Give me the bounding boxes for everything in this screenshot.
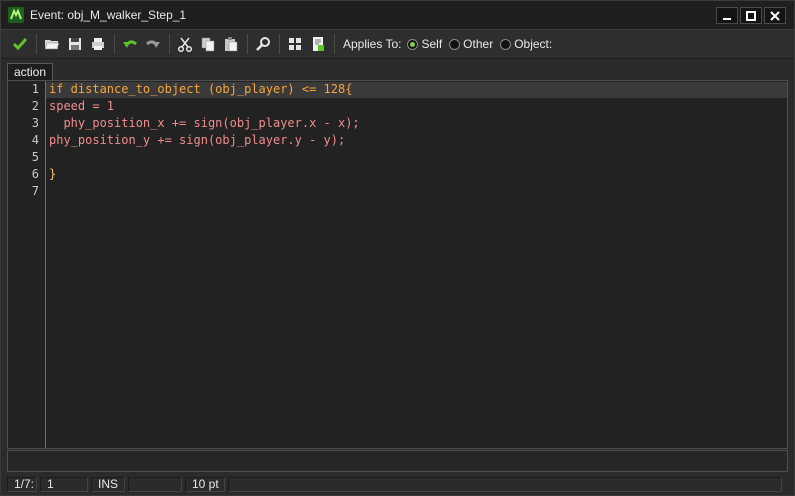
code-editor[interactable]: 1 2 3 4 5 6 7 if distance_to_object (obj… xyxy=(7,80,788,449)
toolbar-separator xyxy=(247,34,248,54)
tab-action[interactable]: action xyxy=(7,63,54,80)
toolbar-separator xyxy=(279,34,280,54)
paste-button[interactable] xyxy=(220,33,242,55)
line-number: 4 xyxy=(31,133,39,147)
line-number: 5 xyxy=(31,150,39,164)
code-line: speed = 1 xyxy=(49,99,115,113)
tab-bar: action xyxy=(1,60,794,80)
line-number: 1 xyxy=(31,82,39,96)
line-number: 6 xyxy=(31,167,39,181)
radio-label: Object: xyxy=(514,37,553,51)
window-controls xyxy=(716,7,786,24)
status-blank-cell xyxy=(128,477,182,492)
event-editor-window: Event: obj_M_walker_Step_1 Applies To: S… xyxy=(0,0,795,496)
status-position: 1/7: xyxy=(7,477,37,492)
grid-icon[interactable] xyxy=(284,33,306,55)
applies-to-label: Applies To: xyxy=(343,37,402,51)
status-insert-mode: INS xyxy=(91,477,125,492)
cut-scissors-icon[interactable] xyxy=(174,33,196,55)
status-font-size: 10 pt xyxy=(185,477,225,492)
code-line: phy_position_y += sign(obj_player.y - y)… xyxy=(49,133,346,147)
line-number: 3 xyxy=(31,116,39,130)
maximize-button[interactable] xyxy=(740,7,762,24)
redo-button[interactable] xyxy=(142,33,164,55)
line-number-gutter: 1 2 3 4 5 6 7 xyxy=(8,81,46,448)
code-line: phy_position_x += sign(obj_player.x - x)… xyxy=(49,116,360,130)
copy-button[interactable] xyxy=(197,33,219,55)
code-line: } xyxy=(49,167,57,181)
status-bar: 1/7: 1 INS 10 pt xyxy=(1,474,794,495)
radio-label: Other xyxy=(463,37,494,51)
gamemaker-app-icon xyxy=(8,7,24,23)
close-button[interactable] xyxy=(764,7,786,24)
applies-self-radio[interactable]: Self xyxy=(407,37,442,51)
print-button[interactable] xyxy=(87,33,109,55)
applies-object-radio[interactable]: Object: xyxy=(500,37,552,51)
radio-label: Self xyxy=(421,37,443,51)
toolbar-separator xyxy=(334,34,335,54)
code-line: if distance_to_object (obj_player) <= 12… xyxy=(49,82,353,96)
minimize-button[interactable] xyxy=(716,7,738,24)
toolbar: Applies To: Self Other Object: xyxy=(1,29,794,59)
radio-indicator xyxy=(407,38,419,50)
status-column: 1 xyxy=(40,477,88,492)
title-bar: Event: obj_M_walker_Step_1 xyxy=(1,1,794,29)
open-folder-button[interactable] xyxy=(41,33,63,55)
window-title: Event: obj_M_walker_Step_1 xyxy=(30,8,187,22)
search-icon[interactable] xyxy=(252,33,274,55)
toolbar-separator xyxy=(169,34,170,54)
ok-check-button[interactable] xyxy=(9,33,31,55)
toolbar-separator xyxy=(114,34,115,54)
radio-indicator xyxy=(500,38,512,50)
line-number: 2 xyxy=(31,99,39,113)
script-document-icon[interactable] xyxy=(307,33,329,55)
toolbar-separator xyxy=(36,34,37,54)
save-button[interactable] xyxy=(64,33,86,55)
applies-other-radio[interactable]: Other xyxy=(449,37,493,51)
radio-indicator xyxy=(449,38,461,50)
undo-button[interactable] xyxy=(119,33,141,55)
line-number: 7 xyxy=(31,184,39,198)
output-panel xyxy=(7,450,788,472)
status-message xyxy=(228,477,782,492)
